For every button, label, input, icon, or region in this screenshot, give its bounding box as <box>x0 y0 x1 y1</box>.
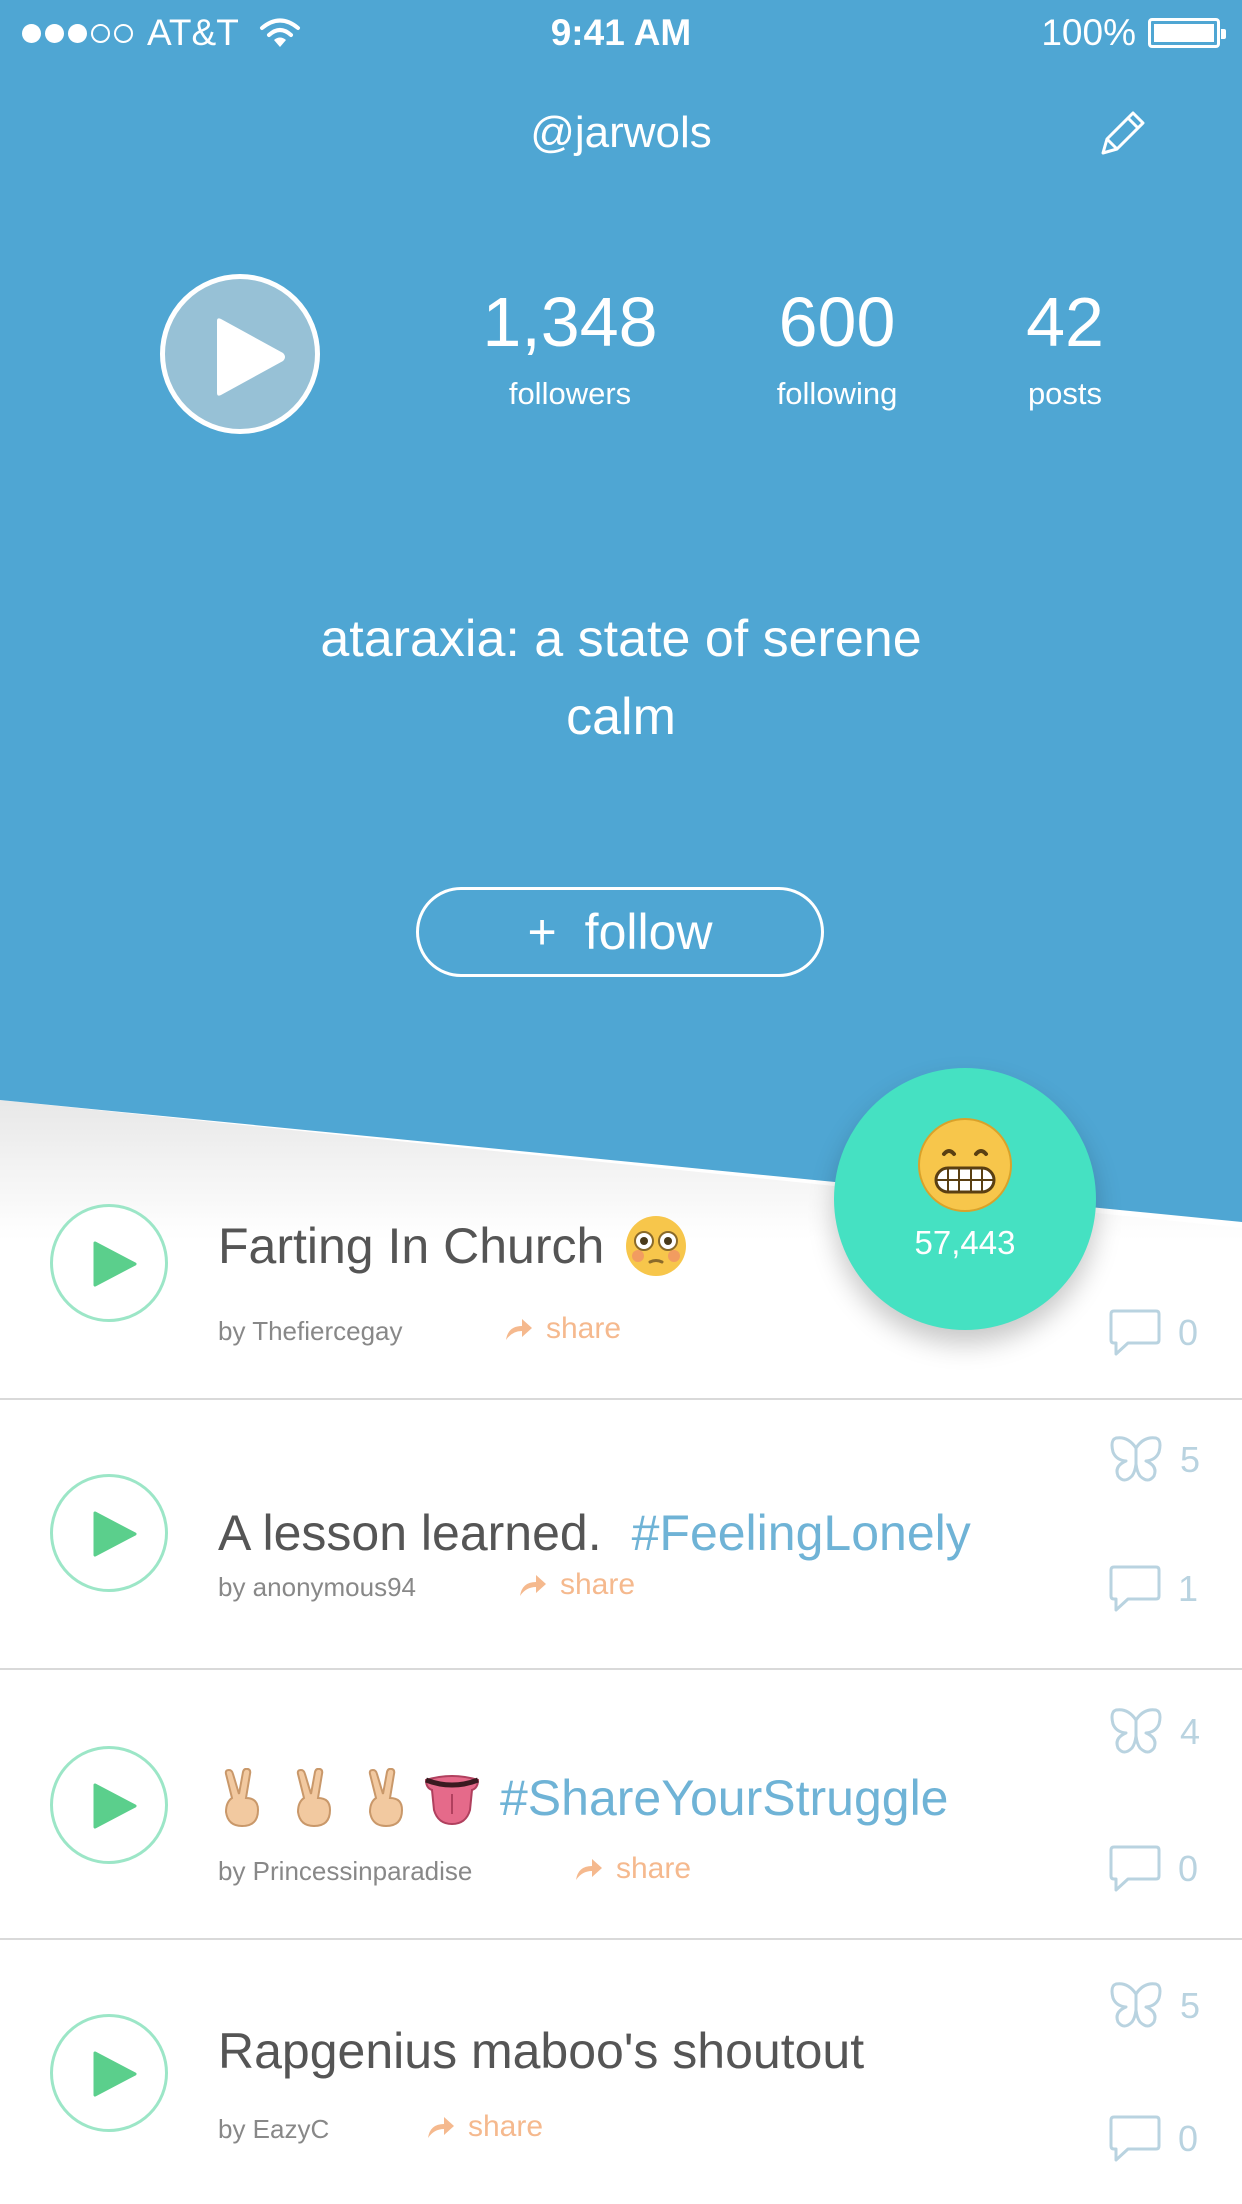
post-play-button[interactable] <box>50 1204 168 1322</box>
butterfly-icon <box>1110 1436 1162 1482</box>
list-item[interactable]: #ShareYourStruggle by Princessinparadise… <box>0 1670 1242 1940</box>
list-item[interactable]: Rapgenius maboo's shoutout by EazyC shar… <box>0 1940 1242 2204</box>
share-label: share <box>468 2110 544 2143</box>
follow-label: follow <box>584 904 713 960</box>
share-arrow-icon <box>428 2117 454 2138</box>
like-count[interactable]: 5 <box>1108 1434 1200 1486</box>
share-label: share <box>560 1568 636 1601</box>
comment-count[interactable]: 1 <box>1108 1564 1198 1614</box>
play-icon <box>93 1511 137 1557</box>
butterfly-icon <box>1110 1982 1162 2028</box>
comment-bubble-icon <box>1109 1565 1161 1612</box>
following-count: 600 <box>778 283 896 361</box>
reaction-count: 57,443 <box>914 1224 1016 1261</box>
reaction-fab[interactable]: 57,443 <box>834 1068 1096 1330</box>
post-hashtag[interactable]: #ShareYourStruggle <box>500 1769 949 1827</box>
share-button[interactable]: share <box>518 1568 635 1602</box>
tongue-icon <box>424 1775 480 1826</box>
followers-count: 1,348 <box>482 283 658 361</box>
grimacing-face-icon <box>918 1118 1012 1212</box>
play-icon <box>93 1241 137 1287</box>
play-icon <box>93 2051 137 2097</box>
profile-bio: ataraxia: a state of serene calm <box>221 600 1021 756</box>
status-bar: AT&T 9:41 AM 100% <box>0 0 1242 66</box>
comment-count-value: 0 <box>1178 1312 1199 1353</box>
battery-icon <box>1148 18 1226 48</box>
post-hashtag[interactable]: #FeelingLonely <box>632 1504 971 1562</box>
stat-following[interactable]: 600 following <box>707 282 967 412</box>
post-author[interactable]: by EazyC <box>218 2114 329 2145</box>
posts-count: 42 <box>1026 283 1104 361</box>
share-label: share <box>546 1312 622 1345</box>
comment-count-value: 0 <box>1178 1848 1199 1889</box>
post-play-button[interactable] <box>50 1474 168 1592</box>
comment-count[interactable]: 0 <box>1108 1844 1198 1894</box>
post-play-button[interactable] <box>50 1746 168 1864</box>
profile-play-button[interactable] <box>160 274 320 434</box>
post-title: Rapgenius maboo's shoutout <box>218 2022 864 2080</box>
post-title: Farting In Church <box>218 1214 688 1278</box>
like-count[interactable]: 5 <box>1108 1980 1200 2032</box>
like-count-value: 5 <box>1180 1439 1201 1480</box>
comment-count-value: 0 <box>1178 2118 1199 2159</box>
like-count[interactable]: 4 <box>1108 1706 1200 1758</box>
bio-line: ataraxia: a state of serene <box>320 610 922 668</box>
post-title-text: Rapgenius maboo's shoutout <box>218 2023 865 2079</box>
share-label: share <box>616 1852 692 1885</box>
share-arrow-icon <box>506 1319 532 1340</box>
comment-bubble-icon <box>1109 1309 1161 1356</box>
flushed-face-icon <box>626 1216 687 1276</box>
bio-line: calm <box>566 688 676 746</box>
post-title-text: A lesson learned. <box>218 1505 602 1561</box>
list-item[interactable]: A lesson learned. #FeelingLonely by anon… <box>0 1400 1242 1670</box>
victory-hand-icon <box>224 1768 260 1828</box>
post-title-text: Farting In Church <box>218 1218 605 1274</box>
share-button[interactable]: share <box>574 1852 691 1886</box>
comment-bubble-icon <box>1109 2115 1161 2162</box>
plus-icon: + <box>527 904 557 960</box>
stat-posts[interactable]: 42 posts <box>935 282 1195 412</box>
followers-label: followers <box>508 376 632 411</box>
profile-username: @jarwols <box>530 108 712 157</box>
post-title: A lesson learned. #FeelingLonely <box>218 1504 971 1562</box>
post-author[interactable]: by Thefiercegay <box>218 1316 403 1347</box>
like-count-value: 5 <box>1180 1985 1201 2026</box>
play-icon <box>217 318 285 396</box>
comment-count[interactable]: 0 <box>1108 1308 1198 1358</box>
butterfly-icon <box>1110 1708 1162 1754</box>
stat-followers[interactable]: 1,348 followers <box>440 282 700 412</box>
share-button[interactable]: share <box>504 1312 621 1346</box>
post-author[interactable]: by anonymous94 <box>218 1572 416 1603</box>
victory-hand-icon <box>296 1768 332 1828</box>
comment-count-value: 1 <box>1178 1568 1199 1609</box>
comment-bubble-icon <box>1109 1845 1161 1892</box>
share-arrow-icon <box>520 1575 546 1596</box>
share-button[interactable]: share <box>426 2110 543 2144</box>
post-title: #ShareYourStruggle <box>218 1768 949 1828</box>
following-label: following <box>776 376 898 411</box>
posts-label: posts <box>1027 376 1103 411</box>
like-count-value: 4 <box>1180 1711 1201 1752</box>
comment-count[interactable]: 0 <box>1108 2114 1198 2164</box>
play-icon <box>93 1783 137 1829</box>
post-play-button[interactable] <box>50 2014 168 2132</box>
battery-percent: 100% <box>1041 12 1136 53</box>
follow-button[interactable]: + follow <box>416 887 824 977</box>
victory-hand-icon <box>368 1768 404 1828</box>
pencil-edit-icon[interactable] <box>1095 105 1151 161</box>
post-author[interactable]: by Princessinparadise <box>218 1856 472 1887</box>
status-right: 100% <box>1041 12 1226 54</box>
share-arrow-icon <box>576 1859 602 1880</box>
